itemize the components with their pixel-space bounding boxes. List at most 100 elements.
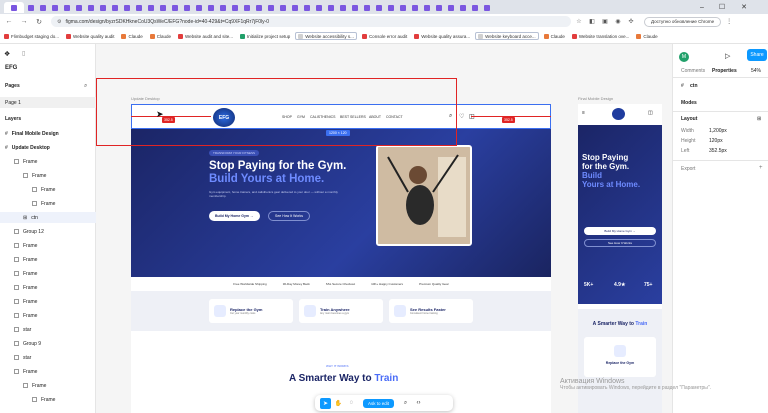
browser-tab[interactable] [109, 2, 120, 13]
browser-tab[interactable] [133, 2, 144, 13]
layer-item[interactable]: Frame [0, 296, 96, 307]
browser-tab[interactable] [265, 2, 276, 13]
bookmark-item[interactable]: Website translation ove... [570, 32, 631, 40]
desktop-frame[interactable]: EFG SHOP GYM CALISTHENICS BEST SELLERS A… [131, 104, 551, 413]
close-window-icon[interactable]: ✕ [736, 1, 752, 13]
add-export-icon[interactable]: + [759, 165, 763, 171]
layer-item[interactable]: Frame [0, 198, 96, 209]
browser-tab[interactable] [325, 2, 336, 13]
browser-tab[interactable] [253, 2, 264, 13]
layer-item[interactable]: Frame [0, 310, 96, 321]
layer-item[interactable]: Frame [0, 240, 96, 251]
browser-tab[interactable] [157, 2, 168, 13]
browser-tab[interactable] [361, 2, 372, 13]
width-value[interactable]: 1,200px [709, 128, 727, 134]
browser-tab[interactable] [277, 2, 288, 13]
layer-item[interactable]: Group 9 [0, 338, 96, 349]
layer-item[interactable]: ⊞ ctn [0, 212, 96, 223]
hand-tool-icon[interactable]: ✋ [333, 398, 344, 409]
browser-tab[interactable] [4, 2, 24, 13]
browser-tab[interactable] [241, 2, 252, 13]
browser-tab[interactable] [469, 2, 480, 13]
mobile-cta-primary[interactable]: Build My Home Gym → [584, 227, 656, 235]
dev-mode-icon[interactable]: ‹› [413, 398, 424, 409]
browser-tab[interactable] [169, 2, 180, 13]
layer-item[interactable]: Frame [0, 156, 96, 167]
browser-tab[interactable] [49, 2, 60, 13]
browser-tab[interactable] [385, 2, 396, 13]
extension-icon[interactable]: ◧ [587, 17, 597, 27]
layer-item[interactable]: Frame [0, 170, 96, 181]
bookmark-item[interactable]: Flimbudget staging do... [2, 32, 61, 40]
browser-tab[interactable] [481, 2, 492, 13]
move-tool-icon[interactable]: ➤ [320, 397, 331, 409]
browser-tab[interactable] [313, 2, 324, 13]
browser-tab[interactable] [349, 2, 360, 13]
see-how-button[interactable]: See How It Works [268, 211, 310, 221]
layout-grid-icon[interactable]: ⊞ [757, 116, 761, 122]
bookmark-item[interactable]: Claude [119, 32, 144, 40]
mobile-menu-icon[interactable]: ≡ [582, 110, 585, 116]
share-button[interactable]: Share [747, 49, 767, 61]
site-info-icon[interactable]: ⚙ [57, 19, 61, 25]
panel-toggle-icon[interactable]: ▯ [22, 50, 25, 57]
extension-icon[interactable]: ▣ [600, 17, 610, 27]
bookmark-star-icon[interactable]: ☆ [574, 17, 584, 27]
frame-label-mobile[interactable]: Final Mobile Design [578, 96, 613, 101]
mobile-cta-secondary[interactable]: See How It Works [584, 239, 656, 247]
bookmark-item[interactable]: Website accessibility s... [295, 32, 357, 40]
browser-tab[interactable] [409, 2, 420, 13]
browser-tab[interactable] [229, 2, 240, 13]
mobile-cart-icon[interactable]: ◫ [648, 110, 653, 116]
bookmark-item[interactable]: Claude [148, 32, 173, 40]
browser-tab[interactable] [73, 2, 84, 13]
url-field[interactable]: ⚙ figma.com/design/byzrSDKHkneCoU3QsWeC/E… [51, 16, 571, 27]
browser-tab[interactable] [97, 2, 108, 13]
browser-tab[interactable] [457, 2, 468, 13]
minimize-icon[interactable]: – [694, 1, 710, 13]
browser-tab[interactable] [289, 2, 300, 13]
layer-item[interactable]: Frame [0, 380, 96, 391]
layer-item[interactable]: Frame [0, 268, 96, 279]
heart-icon[interactable]: ♡ [459, 113, 464, 120]
layer-item[interactable]: Group 12 [0, 226, 96, 237]
zoom-level[interactable]: 54% [751, 68, 761, 74]
bookmark-item[interactable]: Console error audit [360, 32, 409, 40]
bookmark-item[interactable]: Website quality audit [64, 32, 116, 40]
back-icon[interactable]: ← [3, 16, 15, 28]
bookmark-item[interactable]: Website quality assura... [412, 32, 472, 40]
tab-properties[interactable]: Properties [712, 68, 737, 74]
avatar[interactable]: M [679, 52, 689, 62]
layer-item[interactable]: Frame [0, 394, 96, 405]
tab-comments[interactable]: Comments [681, 68, 705, 74]
browser-tab[interactable] [217, 2, 228, 13]
build-gym-button[interactable]: Build My Home Gym → [209, 211, 260, 221]
extension-icon[interactable]: ◉ [613, 17, 623, 27]
inspect-icon[interactable]: ⌕ [400, 398, 411, 409]
browser-tab[interactable] [337, 2, 348, 13]
browser-tab[interactable] [445, 2, 456, 13]
bookmark-item[interactable]: Claude [542, 32, 567, 40]
browser-tab[interactable] [193, 2, 204, 13]
layer-item[interactable]: star [0, 324, 96, 335]
figma-menu-icon[interactable]: ❖ [4, 50, 10, 58]
bookmark-item[interactable]: Initialize project setup [238, 32, 292, 40]
layer-item[interactable]: star [0, 352, 96, 363]
design-canvas[interactable]: Update Desktop Final Mobile Design EFG S… [96, 44, 672, 413]
reload-icon[interactable]: ↻ [33, 16, 45, 28]
layer-item[interactable]: Frame [0, 254, 96, 265]
browser-tab[interactable] [397, 2, 408, 13]
browser-tab[interactable] [61, 2, 72, 13]
browser-tab[interactable] [373, 2, 384, 13]
comment-tool-icon[interactable]: ◌ [346, 398, 357, 409]
forward-icon[interactable]: → [18, 16, 30, 28]
layer-item[interactable]: Frame [0, 184, 96, 195]
browser-tab[interactable] [121, 2, 132, 13]
browser-tab[interactable] [301, 2, 312, 13]
bookmark-item[interactable]: Website audit and site... [176, 32, 235, 40]
left-value[interactable]: 352.5px [709, 148, 727, 154]
browser-tab[interactable] [433, 2, 444, 13]
browser-tab[interactable] [421, 2, 432, 13]
layer-item[interactable]: Frame [0, 366, 96, 377]
browser-tab[interactable] [145, 2, 156, 13]
